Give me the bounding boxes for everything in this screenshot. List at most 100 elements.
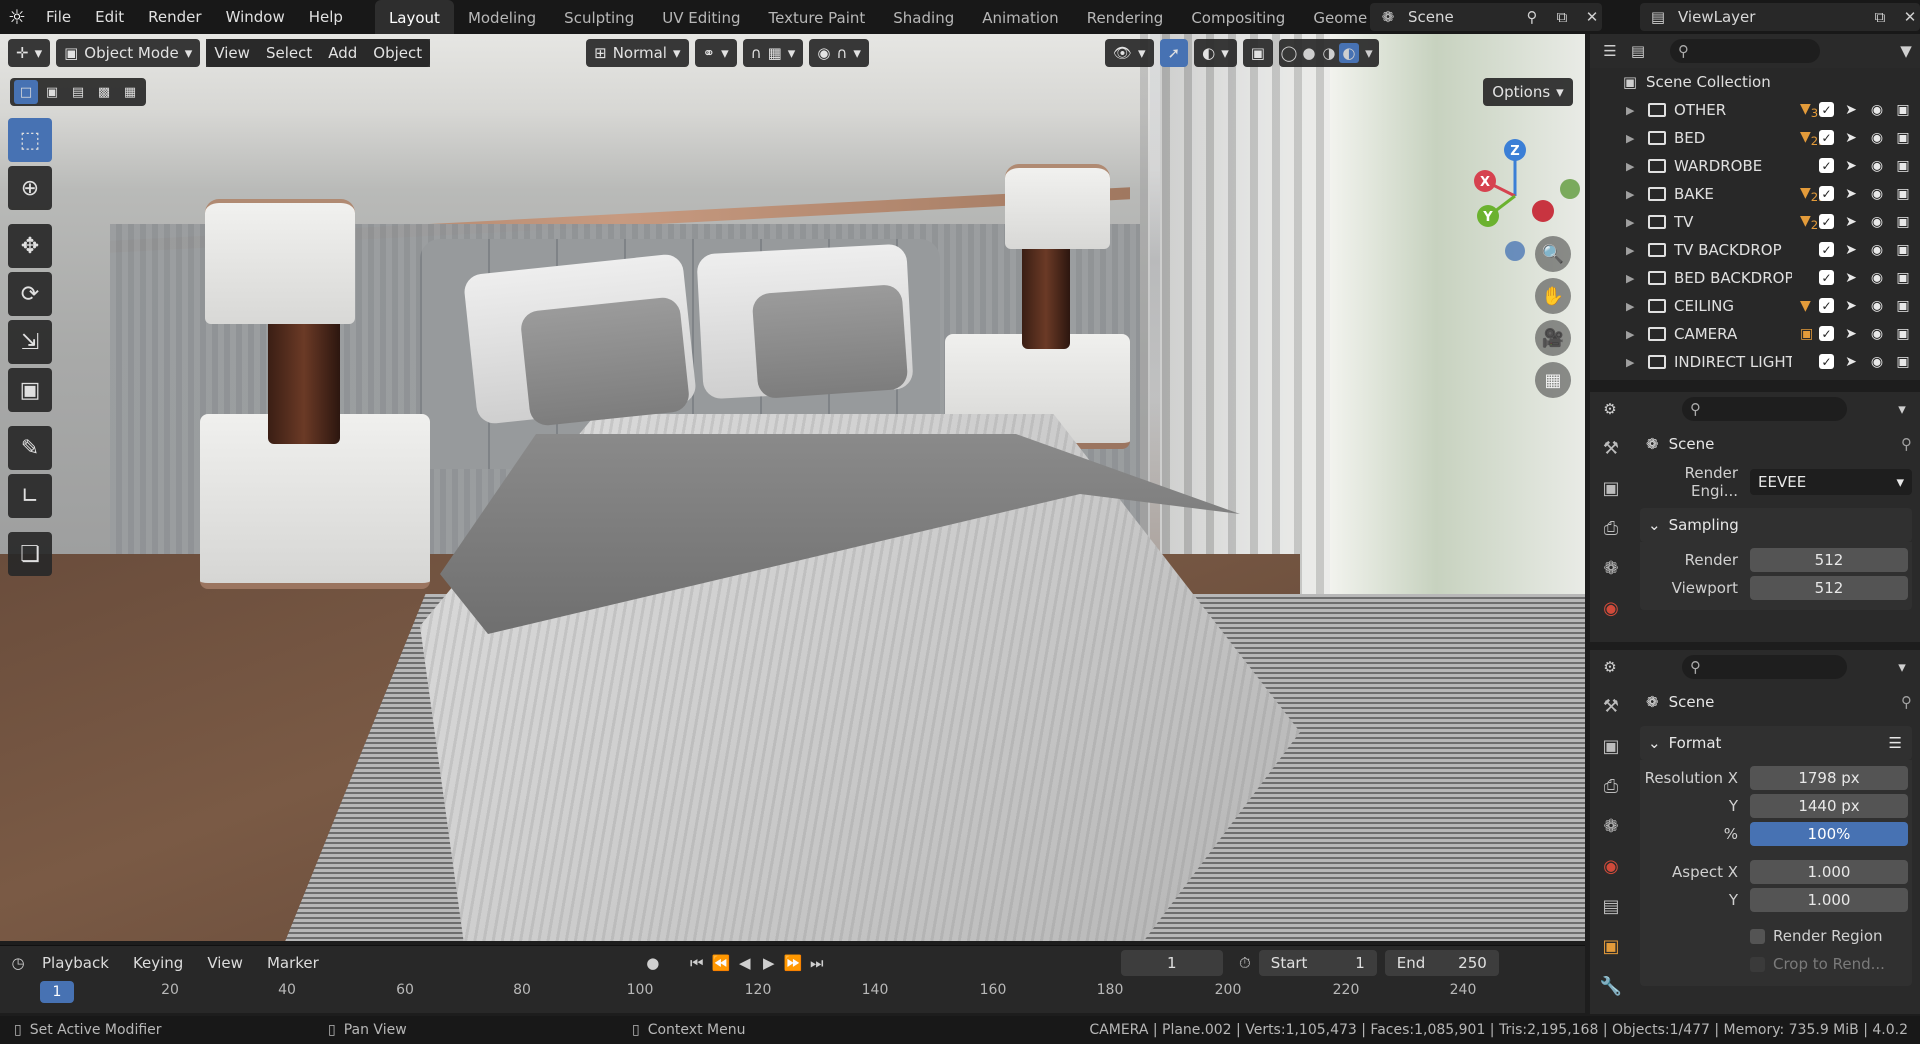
sampling-panel-header[interactable]: ⌄ Sampling xyxy=(1640,508,1912,542)
camera-render-icon[interactable]: ▣ xyxy=(1894,157,1912,175)
menu-file[interactable]: File xyxy=(34,0,83,34)
presets-list-icon[interactable]: ☰ xyxy=(1889,734,1902,752)
eye-icon[interactable]: ◉ xyxy=(1868,297,1886,315)
transform-tool-icon[interactable]: ▣ xyxy=(8,368,52,412)
exclude-checkbox[interactable]: ✓ xyxy=(1819,326,1834,341)
properties-search-input[interactable]: ⚲ xyxy=(1682,397,1847,421)
record-icon[interactable]: ● xyxy=(643,953,663,973)
outliner-row-other[interactable]: ▶ OTHER ▼3 ✓ ➤ ◉ ▣ xyxy=(1590,96,1920,124)
world-tab-icon[interactable]: ◉ xyxy=(1598,596,1624,620)
clock-icon[interactable]: ◷ xyxy=(8,953,28,973)
tab-compositing[interactable]: Compositing xyxy=(1177,0,1299,34)
select-arrow-icon[interactable]: ➤ xyxy=(1842,297,1860,315)
outliner-row-tv-backdrop[interactable]: ▶ TV BACKDROP ✓ ➤ ◉ ▣ xyxy=(1590,236,1920,264)
camera-render-icon[interactable]: ▣ xyxy=(1894,297,1912,315)
outliner-search-input[interactable]: ⚲ xyxy=(1670,39,1820,63)
measure-tool-icon[interactable]: ∟ xyxy=(8,474,52,518)
expand-arrow-icon[interactable]: ▶ xyxy=(1626,216,1640,229)
select-subtract-icon[interactable]: ▤ xyxy=(66,80,90,104)
tab-animation[interactable]: Animation xyxy=(968,0,1072,34)
properties-search-input[interactable]: ⚲ xyxy=(1682,655,1847,679)
tab-geometry-nodes[interactable]: Geome xyxy=(1299,0,1381,34)
aspect-y-field[interactable]: 1.000 xyxy=(1750,888,1908,912)
scale-tool-icon[interactable]: ⇲ xyxy=(8,320,52,364)
expand-arrow-icon[interactable]: ▶ xyxy=(1626,328,1640,341)
timeline-ruler[interactable]: 1 20 40 60 80 100 120 140 160 180 200 22… xyxy=(0,980,1585,1010)
expand-arrow-icon[interactable]: ▶ xyxy=(1626,244,1640,257)
add-cube-tool-icon[interactable]: ❏ xyxy=(8,532,52,576)
select-arrow-icon[interactable]: ➤ xyxy=(1842,213,1860,231)
format-panel-header[interactable]: ⌄ Format ☰ xyxy=(1640,726,1912,760)
editor-type-icon[interactable]: ☰ xyxy=(1600,41,1620,61)
chevron-down-icon[interactable]: ▾ xyxy=(1892,399,1912,419)
tool-tab-icon[interactable]: ⚒ xyxy=(1598,694,1624,718)
view-layer-selector[interactable]: ▤ ViewLayer ⧉ ✕ xyxy=(1640,3,1920,31)
chevron-down-icon[interactable]: ▾ xyxy=(1359,43,1379,63)
menu-marker[interactable]: Marker xyxy=(257,950,329,976)
zoom-icon[interactable]: 🔍 xyxy=(1535,236,1571,272)
play-icon[interactable]: ▶ xyxy=(759,953,779,973)
tab-layout[interactable]: Layout xyxy=(374,0,454,34)
eye-icon[interactable]: ◉ xyxy=(1868,185,1886,203)
camera-view-icon[interactable]: 🎥 xyxy=(1535,320,1571,356)
select-arrow-icon[interactable]: ➤ xyxy=(1842,325,1860,343)
outliner-row-bed[interactable]: ▶ BED ▼23 ✓➤◉▣ xyxy=(1590,124,1920,152)
outliner-row-bed-backdrop[interactable]: ▶ BED BACKDROP ✓ ➤ ◉ ▣ xyxy=(1590,264,1920,292)
menu-select[interactable]: Select xyxy=(257,39,321,67)
eye-icon[interactable]: ◉ xyxy=(1868,353,1886,371)
exclude-checkbox[interactable]: ✓ xyxy=(1819,214,1834,229)
editor-type-icon[interactable]: ⚙ xyxy=(1600,399,1620,419)
mode-selector[interactable]: ▣ Object Mode ▾ xyxy=(56,39,201,67)
snap-button[interactable]: ∩ ▦ ▾ xyxy=(742,39,804,67)
transform-orientation-selector[interactable]: ⊞ Normal ▾ xyxy=(586,39,689,67)
select-box-tool-icon[interactable]: ⬚ xyxy=(8,118,52,162)
close-icon[interactable]: ✕ xyxy=(1900,7,1920,27)
cursor-tool-icon[interactable]: ⊕ xyxy=(8,166,52,210)
render-engine-select[interactable]: EEVEE ▾ xyxy=(1750,469,1912,495)
chevron-down-icon[interactable]: ▾ xyxy=(1892,657,1912,677)
next-keyframe-icon[interactable]: ⏩ xyxy=(783,953,803,973)
expand-arrow-icon[interactable]: ▶ xyxy=(1626,188,1640,201)
display-mode-icon[interactable]: ▤ xyxy=(1628,41,1648,61)
object-tab-icon[interactable]: ▣ xyxy=(1598,934,1624,958)
gizmo-toggle-button[interactable]: ➚ xyxy=(1159,39,1189,67)
menu-object[interactable]: Object xyxy=(365,39,431,67)
close-icon[interactable]: ✕ xyxy=(1582,7,1602,27)
tab-modeling[interactable]: Modeling xyxy=(454,0,550,34)
expand-arrow-icon[interactable]: ▶ xyxy=(1626,160,1640,173)
viewport-samples-field[interactable]: 512 xyxy=(1750,576,1908,600)
xray-button[interactable]: ▣ xyxy=(1242,39,1273,67)
camera-render-icon[interactable]: ▣ xyxy=(1894,185,1912,203)
eye-icon[interactable]: ◉ xyxy=(1868,269,1886,287)
render-region-row[interactable]: Render Region xyxy=(1640,922,1908,950)
select-invert-icon[interactable]: ▩ xyxy=(92,80,116,104)
select-arrow-icon[interactable]: ➤ xyxy=(1842,185,1860,203)
collection-tab-icon[interactable]: ▤ xyxy=(1598,894,1624,918)
world-tab-icon[interactable]: ◉ xyxy=(1598,854,1624,878)
eye-icon[interactable]: ◉ xyxy=(1868,241,1886,259)
jump-end-icon[interactable]: ⏭ xyxy=(807,953,827,973)
new-scene-icon[interactable]: ⧉ xyxy=(1552,7,1572,27)
pin-icon[interactable]: ⚲ xyxy=(1522,7,1542,27)
exclude-checkbox[interactable]: ✓ xyxy=(1819,102,1834,117)
expand-arrow-icon[interactable]: ▶ xyxy=(1626,272,1640,285)
prev-keyframe-icon[interactable]: ⏪ xyxy=(711,953,731,973)
current-frame-field[interactable]: 1 xyxy=(1120,950,1223,976)
outliner-row-wardrobe[interactable]: ▶ WARDROBE ✓ ➤ ◉ ▣ xyxy=(1590,152,1920,180)
eye-icon[interactable]: ◉ xyxy=(1868,129,1886,147)
editor-type-icon[interactable]: ⚙ xyxy=(1600,657,1620,677)
render-tab-icon[interactable]: ▣ xyxy=(1598,476,1624,500)
output-tab-icon[interactable]: ⎙ xyxy=(1598,774,1624,798)
scene-selector[interactable]: ❁ Scene ⚲ ⧉ ✕ xyxy=(1370,3,1602,31)
eye-icon[interactable]: ◉ xyxy=(1868,325,1886,343)
play-reverse-icon[interactable]: ◀ xyxy=(735,953,755,973)
options-dropdown[interactable]: Options ▾ xyxy=(1483,78,1573,106)
menu-render[interactable]: Render xyxy=(136,0,213,34)
menu-help[interactable]: Help xyxy=(297,0,355,34)
wireframe-shading-icon[interactable]: ◯ xyxy=(1279,43,1299,63)
exclude-checkbox[interactable]: ✓ xyxy=(1819,270,1834,285)
select-intersect-icon[interactable]: ▦ xyxy=(118,80,142,104)
pin-icon[interactable]: ⚲ xyxy=(1901,435,1912,453)
menu-window[interactable]: Window xyxy=(214,0,297,34)
new-view-layer-icon[interactable]: ⧉ xyxy=(1870,7,1890,27)
